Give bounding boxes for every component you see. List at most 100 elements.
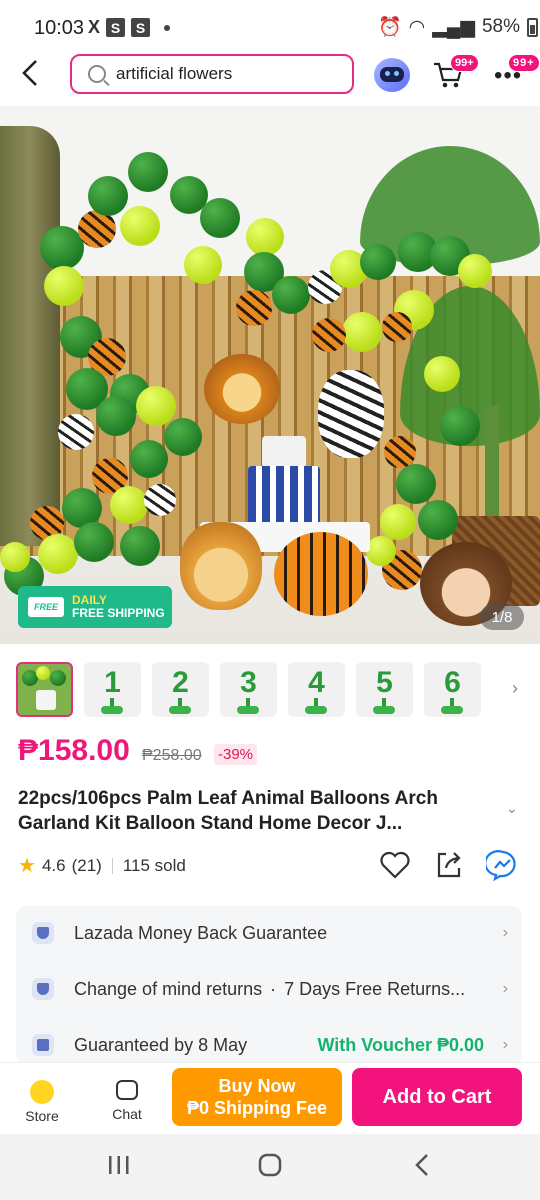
cake-top-tier	[262, 436, 306, 468]
balloon	[236, 290, 272, 326]
status-left-icons: X S S	[88, 17, 171, 38]
shield-icon	[32, 922, 54, 944]
balloon	[144, 484, 176, 516]
status-time: 10:03	[34, 17, 85, 39]
more-options-icon[interactable]: ••• 99+	[494, 54, 540, 90]
notification-dot-icon	[164, 24, 171, 31]
back-arrow-icon[interactable]	[20, 58, 52, 94]
product-image[interactable]	[0, 106, 540, 644]
thumbnail-number: 5	[376, 666, 393, 699]
image-counter: 1/8	[480, 604, 524, 630]
balloon	[380, 504, 416, 540]
balloon	[96, 396, 136, 436]
chat-icon	[116, 1080, 138, 1100]
buy-now-shipping-label: ₱0 Shipping Fee	[186, 1098, 328, 1118]
back-nav-icon[interactable]	[410, 1152, 436, 1185]
free-shipping-truck-icon: FREE	[28, 597, 64, 617]
thumbnail[interactable]: 3	[220, 662, 277, 717]
balloon	[342, 312, 382, 352]
balloon	[120, 526, 160, 566]
thumbnail-selected[interactable]	[16, 662, 73, 717]
returns-detail: 7 Days Free Returns...	[284, 978, 466, 999]
voucher-label: With Voucher ₱0.00	[317, 1034, 484, 1055]
balloon	[200, 198, 240, 238]
tiger-balloon	[274, 532, 368, 616]
x-app-icon: X	[88, 17, 101, 37]
delivery-row[interactable]: Guaranteed by 8 May With Voucher ₱0.00 ›	[32, 1030, 508, 1060]
store-button[interactable]: Store	[18, 1076, 66, 1124]
share-icon[interactable]	[432, 848, 466, 882]
review-count: (21)	[71, 855, 102, 875]
balloon	[396, 464, 436, 504]
thumbnail[interactable]: 1	[84, 662, 141, 717]
thumbnail[interactable]: 6	[424, 662, 481, 717]
shield-check-icon	[32, 978, 54, 1000]
balloon	[366, 536, 396, 566]
daily-free-shipping-badge: FREE DAILY FREE SHIPPING	[18, 586, 172, 628]
messages-badge: 99+	[508, 54, 540, 72]
buy-now-label: Buy Now	[218, 1076, 296, 1096]
wishlist-heart-icon[interactable]	[378, 848, 412, 882]
battery-icon	[526, 17, 538, 37]
balloon	[272, 276, 310, 314]
assistant-bot-icon[interactable]	[374, 58, 410, 92]
thumbnail-next-chevron-icon[interactable]: ›	[512, 678, 518, 699]
dot-separator: ·	[270, 978, 277, 999]
balloon	[164, 418, 202, 456]
s-app-icon: S	[106, 18, 126, 37]
balloon	[128, 152, 168, 192]
messenger-icon[interactable]	[484, 848, 520, 882]
thumbnail-number: 1	[104, 666, 121, 699]
chevron-right-icon: ›	[502, 980, 508, 997]
signal-icon: ▂▄▆	[432, 16, 475, 38]
balloon	[44, 266, 84, 306]
current-price: ₱158.00	[18, 734, 130, 767]
returns-row[interactable]: Change of mind returns · 7 Days Free Ret…	[32, 974, 508, 1004]
rating-value: 4.6	[41, 855, 66, 875]
status-right-icons: ⏰ ◠ ▂▄▆ 58%	[378, 15, 538, 39]
thumbnail[interactable]: 2	[152, 662, 209, 717]
balloon	[184, 246, 222, 284]
shipping-badge-bottom: FREE SHIPPING	[72, 606, 165, 620]
package-icon	[32, 1034, 54, 1056]
balloon	[130, 440, 168, 478]
balloon	[110, 486, 148, 524]
money-back-label: Lazada Money Back Guarantee	[74, 922, 328, 943]
rating-row[interactable]: ★ 4.6 (21) 115 sold	[18, 853, 186, 878]
search-input[interactable]: artificial flowers	[70, 54, 354, 94]
delivery-label: Guaranteed by 8 May	[74, 1034, 248, 1055]
alarm-icon: ⏰	[378, 17, 402, 38]
discount-badge: -39%	[214, 744, 258, 765]
balloon	[424, 356, 460, 392]
original-price: ₱258.00	[142, 747, 202, 764]
chat-button[interactable]: Chat	[104, 1076, 150, 1122]
balloon	[0, 542, 30, 572]
thumbnail[interactable]: 5	[356, 662, 413, 717]
star-icon: ★	[18, 855, 36, 877]
giraffe-balloon	[180, 522, 262, 610]
cart-button[interactable]: 99+	[432, 54, 479, 90]
zebra-balloon	[318, 370, 384, 458]
store-logo-icon	[30, 1080, 54, 1104]
balloon	[382, 312, 412, 342]
chevron-right-icon: ›	[502, 924, 508, 941]
balloon	[246, 218, 284, 256]
home-icon[interactable]	[257, 1152, 283, 1185]
chat-label: Chat	[112, 1106, 142, 1122]
product-title[interactable]: 22pcs/106pcs Palm Leaf Animal Balloons A…	[18, 786, 498, 836]
balloon	[120, 206, 160, 246]
thumbnail[interactable]: 4	[288, 662, 345, 717]
sold-count: 115 sold	[122, 855, 186, 875]
money-back-row[interactable]: Lazada Money Back Guarantee ›	[32, 918, 508, 948]
expand-title-chevron-icon[interactable]: ⌄	[506, 800, 518, 817]
recent-apps-icon[interactable]	[106, 1152, 132, 1185]
thumbnail-strip: 1 2 3 4 5 6	[16, 662, 481, 717]
balloon	[136, 386, 176, 426]
buy-now-button[interactable]: Buy Now ₱0 Shipping Fee	[172, 1068, 342, 1126]
add-to-cart-button[interactable]: Add to Cart	[352, 1068, 522, 1126]
search-icon	[88, 65, 106, 83]
wifi-icon: ◠	[408, 16, 426, 38]
balloon	[384, 436, 416, 468]
store-label: Store	[25, 1108, 59, 1124]
balloon	[74, 522, 114, 562]
